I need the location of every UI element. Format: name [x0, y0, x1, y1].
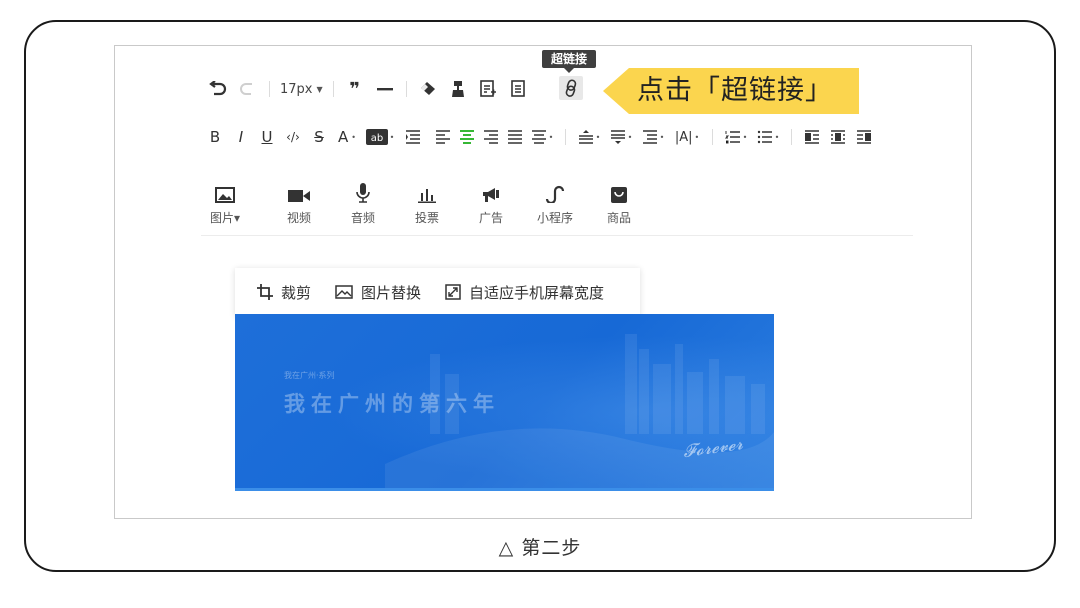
toolbar-separator	[405, 81, 407, 97]
article-icon[interactable]	[507, 78, 529, 100]
insert-image-button[interactable]: 图片▾	[203, 179, 247, 226]
mini-program-icon	[545, 179, 565, 203]
quote-icon[interactable]: ❞	[344, 78, 366, 100]
ordered-list-icon[interactable]: •	[723, 126, 749, 148]
toolbar-row-2: B I U ‹/› S A • ab • • • • • |A| • • •	[207, 126, 874, 148]
strikethrough-icon[interactable]: S	[311, 126, 327, 148]
code-icon[interactable]: ‹/›	[283, 126, 303, 148]
font-size-value: 17px	[280, 81, 313, 97]
crop-label: 裁剪	[281, 283, 312, 302]
font-size-select[interactable]: 17px ▼	[280, 78, 323, 100]
crop-icon	[257, 284, 273, 300]
format-painter-icon[interactable]	[447, 78, 469, 100]
unordered-list-icon[interactable]: •	[755, 126, 781, 148]
hyperlink-tooltip: 超链接	[542, 50, 597, 73]
insert-vote-button[interactable]: 投票	[395, 179, 459, 226]
line-height-icon[interactable]: •	[640, 126, 666, 148]
insert-ad-label: 广告	[478, 211, 503, 225]
microphone-icon	[356, 179, 370, 203]
article-banner-image[interactable]: 我在广州·系列 我在广州的第六年 𝓕𝓸𝓻𝓮𝓿𝓮𝓻	[235, 314, 774, 491]
font-color-icon[interactable]: A •	[335, 126, 359, 148]
insert-video-button[interactable]: 视频	[267, 179, 331, 226]
bold-icon[interactable]: B	[207, 126, 223, 148]
vote-icon	[418, 179, 436, 203]
insert-vote-label: 投票	[414, 211, 439, 225]
toolbar-separator	[565, 129, 566, 145]
ad-icon	[482, 179, 500, 203]
underline-icon[interactable]: U	[259, 126, 275, 148]
svg-text:ab: ab	[370, 133, 382, 144]
redo-icon[interactable]	[237, 78, 259, 100]
insert-product-label: 商品	[606, 211, 631, 225]
insert-mini-program-label: 小程序	[536, 211, 573, 225]
horizontal-rule-icon[interactable]	[374, 78, 396, 100]
eraser-icon[interactable]	[417, 78, 439, 100]
expand-icon	[445, 284, 461, 300]
product-icon	[611, 179, 627, 203]
indent-icon[interactable]	[403, 126, 423, 148]
link-icon	[563, 79, 579, 97]
video-icon	[288, 179, 310, 203]
align-center-icon[interactable]	[457, 126, 477, 148]
callout-text: 点击「超链接」	[629, 68, 859, 114]
hyperlink-button[interactable]	[559, 76, 583, 100]
banner-title: 我在广州的第六年	[284, 391, 500, 416]
crop-button[interactable]: 裁剪	[257, 282, 311, 303]
align-justify-icon[interactable]	[505, 126, 525, 148]
editor-divider	[201, 235, 913, 236]
image-icon	[215, 179, 235, 203]
banner-series-label: 我在广州·系列	[284, 371, 335, 380]
callout-pointer	[603, 68, 629, 114]
image-toolbar: 裁剪 图片替换 自适应手机屏幕宽度	[235, 268, 640, 316]
insert-mini-program-button[interactable]: 小程序	[523, 179, 587, 226]
align-left-icon[interactable]	[433, 126, 453, 148]
toolbar-separator	[712, 129, 713, 145]
insert-audio-button[interactable]: 音频	[331, 179, 395, 226]
banner-bottom-line	[235, 488, 774, 491]
fit-mobile-width-button[interactable]: 自适应手机屏幕宽度	[445, 282, 604, 303]
undo-icon[interactable]	[207, 78, 229, 100]
fit-mobile-width-label: 自适应手机屏幕宽度	[469, 283, 605, 302]
replace-image-label: 图片替换	[361, 283, 422, 302]
align-right-icon[interactable]	[481, 126, 501, 148]
editor-screenshot: 17px ▼ ❞ 超链接 点击「超链接」 B I U ‹/› S A • ab …	[114, 45, 972, 519]
line-spacing-above-icon[interactable]: •	[576, 126, 602, 148]
italic-icon[interactable]: I	[233, 126, 249, 148]
insert-toolbar: 图片▾ 视频 音频 投票 广告 小程序 商品	[203, 179, 651, 226]
toolbar-separator	[791, 129, 792, 145]
instruction-callout: 点击「超链接」	[603, 68, 859, 114]
toolbar-separator	[332, 81, 334, 97]
highlight-icon[interactable]: ab •	[365, 126, 395, 148]
insert-image-label: 图片▾	[209, 211, 241, 225]
toolbar-separator	[269, 81, 270, 97]
insert-video-label: 视频	[286, 211, 311, 225]
step-caption: △ 第二步	[498, 537, 582, 559]
letter-spacing-icon[interactable]: |A| •	[672, 126, 702, 148]
image-icon	[335, 285, 353, 299]
insert-product-button[interactable]: 商品	[587, 179, 651, 226]
float-center-icon[interactable]	[828, 126, 848, 148]
float-right-icon[interactable]	[854, 126, 874, 148]
float-left-icon[interactable]	[802, 126, 822, 148]
align-distribute-icon[interactable]: •	[529, 126, 555, 148]
line-spacing-below-icon[interactable]: •	[608, 126, 634, 148]
toolbar-row-1: 17px ▼ ❞	[207, 76, 529, 102]
replace-image-button[interactable]: 图片替换	[335, 282, 421, 303]
template-icon[interactable]	[477, 78, 499, 100]
chevron-down-icon: ▼	[316, 84, 323, 94]
insert-audio-label: 音频	[350, 211, 375, 225]
insert-ad-button[interactable]: 广告	[459, 179, 523, 226]
